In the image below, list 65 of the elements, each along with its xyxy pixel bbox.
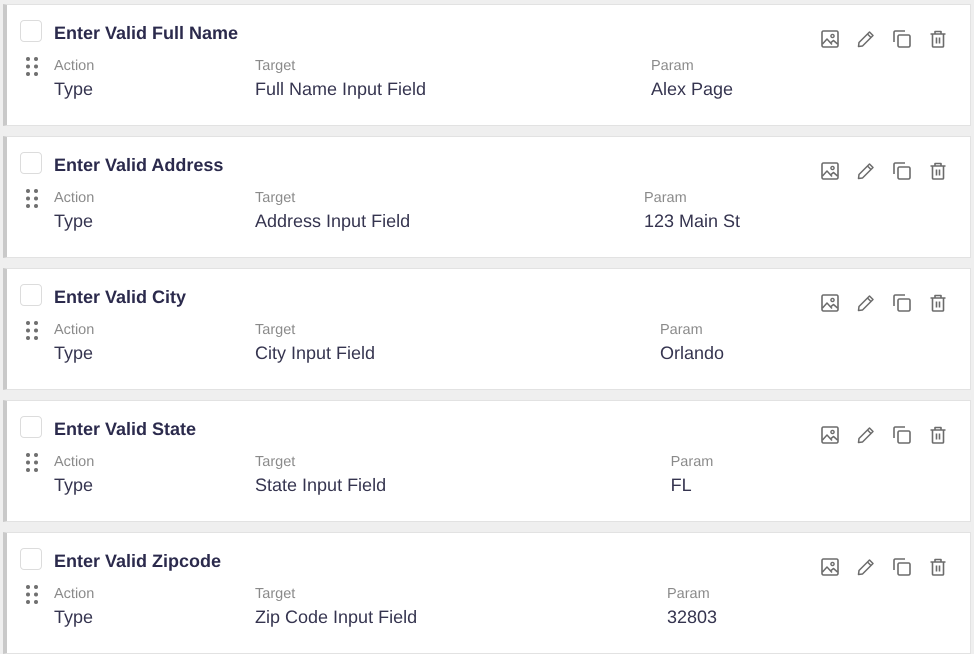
image-icon[interactable] [821,558,839,576]
step-title: Enter Valid Full Name [54,22,240,45]
image-icon[interactable] [821,162,839,180]
field-value: Full Name Input Field [255,78,428,101]
step-title: Enter Valid City [54,286,188,309]
field-label: Param [670,453,714,472]
copy-icon[interactable] [893,294,911,312]
drag-handle-icon[interactable] [26,321,38,340]
field-label: Param [666,585,711,604]
image-icon[interactable] [821,294,839,312]
field-label: Target [255,321,296,340]
field-value: City Input Field [255,342,376,365]
step-title: Enter Valid Zipcode [54,550,222,573]
field-value: 32803 [666,606,718,629]
pencil-icon[interactable] [857,162,875,180]
field-label: Action [54,321,96,340]
image-icon[interactable] [821,30,839,48]
pencil-icon[interactable] [857,558,875,576]
field-label: Target [255,453,296,472]
copy-icon[interactable] [893,426,911,444]
step-title: Enter Valid Address [54,154,224,177]
checkbox[interactable] [20,20,42,42]
trash-icon[interactable] [929,426,947,444]
checkbox[interactable] [20,284,42,306]
field-label: Param [660,321,704,340]
copy-icon[interactable] [893,162,911,180]
field-label: Target [255,57,296,76]
drag-handle-icon[interactable] [26,453,38,472]
checkbox[interactable] [20,548,42,570]
field-value: Type [54,210,94,233]
field-value: Type [54,606,94,629]
pencil-icon[interactable] [857,294,875,312]
field-value: Zip Code Input Field [255,606,418,629]
field-label: Target [255,585,296,604]
field-label: Action [54,57,96,76]
drag-handle-icon[interactable] [26,189,38,208]
field-value: FL [670,474,693,497]
checkbox[interactable] [20,416,42,438]
pencil-icon[interactable] [857,30,875,48]
field-value: Address Input Field [255,210,412,233]
copy-icon[interactable] [893,30,911,48]
field-value: Type [54,474,94,497]
pencil-icon[interactable] [857,426,875,444]
trash-icon[interactable] [929,294,947,312]
trash-icon[interactable] [929,162,947,180]
checkbox[interactable] [20,152,42,174]
field-label: Param [650,57,695,76]
field-value: Alex Page [650,78,734,101]
field-label: Action [54,189,96,208]
drag-handle-icon[interactable] [26,57,38,76]
trash-icon[interactable] [929,558,947,576]
field-value: Type [54,342,94,365]
field-label: Action [54,453,96,472]
copy-icon[interactable] [893,558,911,576]
step-title: Enter Valid State [54,418,198,441]
drag-handle-icon[interactable] [26,585,38,604]
field-label: Target [255,189,296,208]
field-value: Type [54,78,94,101]
field-label: Param [644,189,688,208]
field-value: 123 Main St [644,210,740,233]
trash-icon[interactable] [929,30,947,48]
image-icon[interactable] [821,426,839,444]
field-label: Action [54,585,96,604]
field-value: State Input Field [255,474,388,497]
field-value: Orlando [660,342,724,365]
